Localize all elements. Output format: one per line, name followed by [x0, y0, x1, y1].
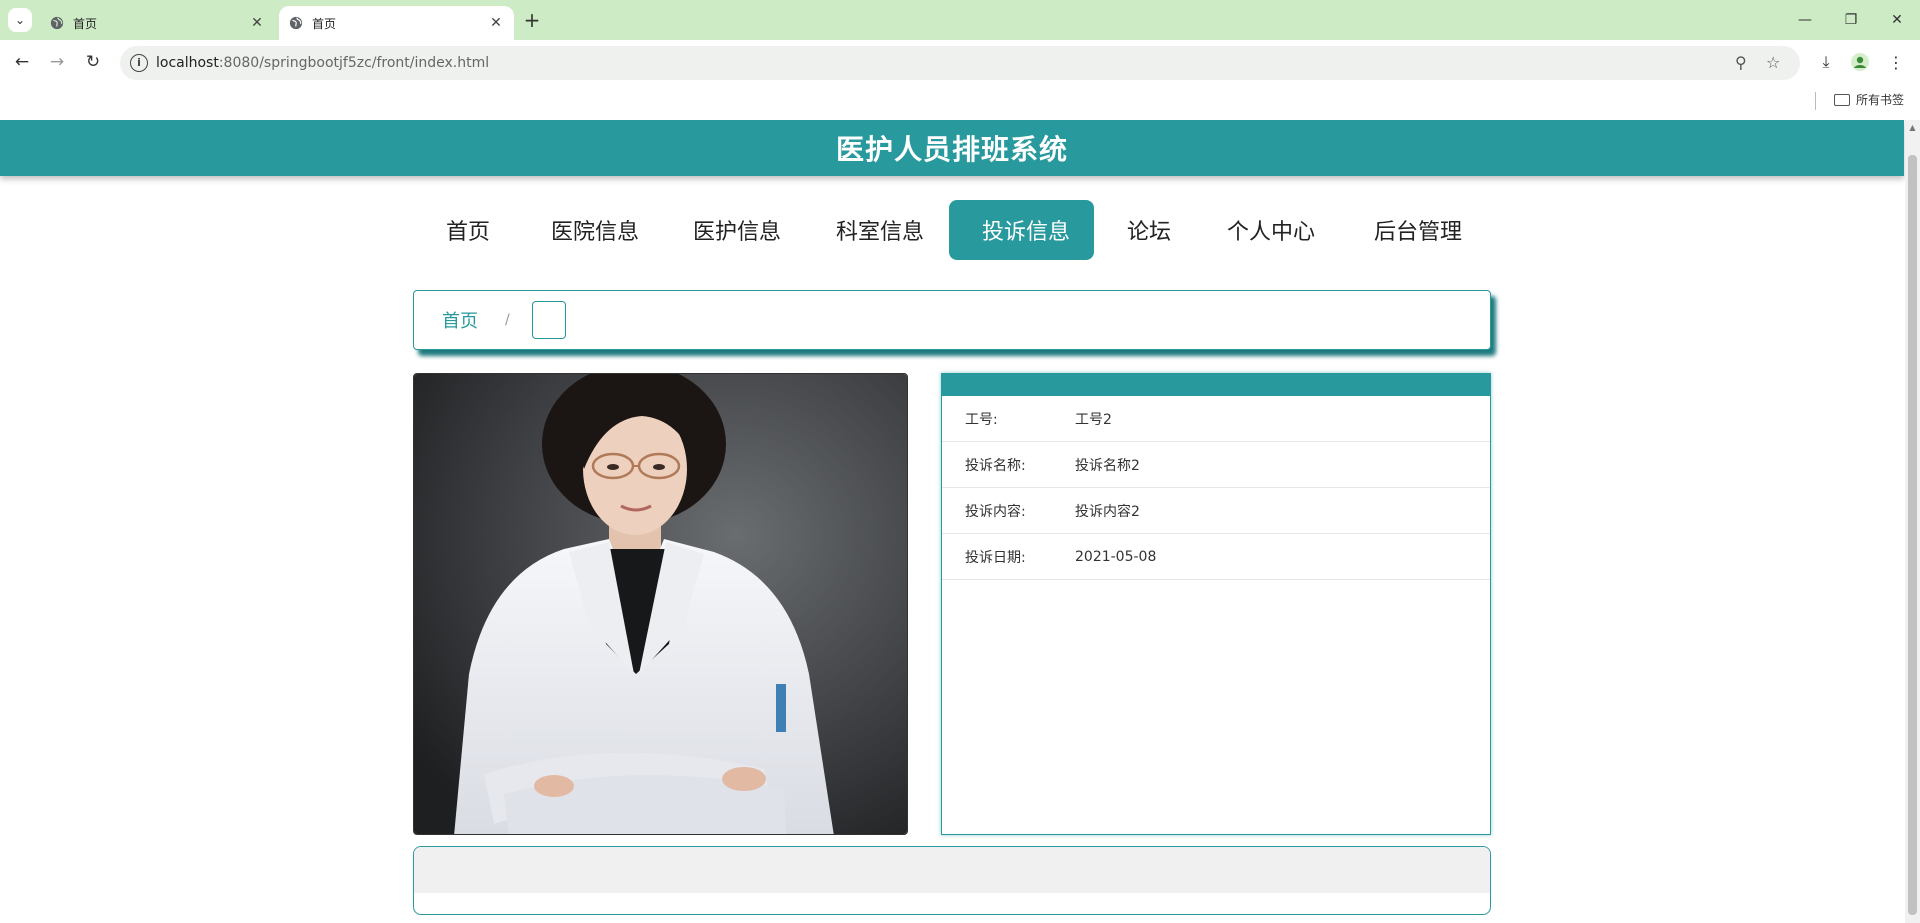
minimize-icon[interactable]: — [1782, 6, 1828, 34]
nav-label: 首页 [446, 220, 491, 245]
restore-icon[interactable]: ❐ [1828, 6, 1874, 34]
scroll-up-arrow-icon[interactable]: ▲ [1908, 123, 1917, 135]
download-icon[interactable]: ⤓ [1814, 50, 1838, 74]
reload-icon[interactable]: ↻ [81, 50, 105, 74]
site-info-icon[interactable]: i [130, 54, 148, 72]
nav-item-admin[interactable]: 后台管理 [1341, 200, 1495, 260]
nav-item-forum[interactable]: 论坛 [1094, 200, 1204, 260]
detail-value: 2021-05-08 [1075, 548, 1157, 565]
detail-value: 投诉名称2 [1075, 457, 1140, 474]
close-icon[interactable]: ✕ [249, 15, 265, 31]
bookmark-star-icon[interactable]: ☆ [1766, 53, 1780, 72]
browser-tab-1[interactable]: 首页 ✕ [40, 6, 275, 40]
nav-label: 投诉信息 [982, 220, 1071, 245]
site-header: 医护人员排班系统 [0, 120, 1904, 176]
page-scrollbar[interactable]: ▲ [1905, 120, 1920, 923]
globe-icon [50, 16, 64, 30]
detail-panel-header [942, 374, 1490, 396]
zoom-icon[interactable]: ⚲ [1735, 53, 1747, 72]
detail-label: 投诉内容: [965, 503, 1026, 520]
nav-item-medical-staff[interactable]: 医护信息 [660, 200, 814, 260]
more-menu-icon[interactable]: ⋮ [1884, 50, 1908, 74]
nav-item-hospital-info[interactable]: 医院信息 [518, 200, 672, 260]
globe-icon [289, 16, 303, 30]
nav-label: 个人中心 [1227, 220, 1316, 245]
all-bookmarks-label: 所有书签 [1856, 93, 1905, 107]
nav-label: 论坛 [1127, 220, 1172, 245]
nav-label: 后台管理 [1374, 220, 1463, 245]
breadcrumb: 首页 / [413, 290, 1491, 350]
page-viewport: 医护人员排班系统 首页 医院信息 医护信息 科室信息 投诉信息 论坛 个人中心 … [0, 120, 1920, 923]
browser-tab-2[interactable]: 首页 ✕ [279, 6, 514, 40]
detail-label: 投诉名称: [965, 457, 1026, 474]
nav-item-home[interactable]: 首页 [413, 200, 523, 260]
nav-item-personal-center[interactable]: 个人中心 [1194, 200, 1348, 260]
new-tab-plus-icon[interactable]: + [520, 8, 544, 32]
detail-value: 工号2 [1075, 411, 1112, 428]
doctor-portrait-image [414, 374, 907, 834]
detail-row-complaint-date: 投诉日期: 2021-05-08 [942, 534, 1490, 580]
detail-row-complaint-content: 投诉内容: 投诉内容2 [942, 488, 1490, 534]
nav-label: 医院信息 [551, 220, 640, 245]
nav-label: 医护信息 [693, 220, 782, 245]
doctor-photo [413, 373, 908, 835]
profile-avatar-icon[interactable] [1848, 50, 1872, 74]
forward-arrow-icon[interactable]: → [45, 50, 69, 74]
all-bookmarks-button[interactable]: 所有书签 [1834, 91, 1904, 108]
bottom-content-panel [413, 846, 1491, 915]
tab-title: 首页 [73, 16, 98, 31]
bottom-panel-header [414, 847, 1490, 893]
window-close-icon[interactable]: ✕ [1874, 6, 1920, 34]
tab-title: 首页 [312, 16, 337, 31]
url-host: localhost [156, 55, 219, 71]
nav-item-complaints[interactable]: 投诉信息 [949, 200, 1094, 260]
detail-value: 投诉内容2 [1075, 503, 1140, 520]
detail-row-complaint-name: 投诉名称: 投诉名称2 [942, 442, 1490, 488]
address-bar[interactable]: i localhost:8080/springbootjf5zc/front/i… [120, 46, 1800, 80]
folder-icon [1834, 93, 1850, 106]
browser-tab-bar: ⌄ 首页 ✕ 首页 ✕ + — ❐ ✕ [0, 0, 1920, 40]
url-path: :8080/springbootjf5zc/front/index.html [218, 55, 490, 71]
detail-label: 工号: [965, 411, 998, 428]
breadcrumb-current [531, 301, 566, 339]
breadcrumb-home-link[interactable]: 首页 [442, 307, 478, 333]
bookmarks-bar [0, 84, 1920, 120]
complaint-detail-panel: 工号: 工号2 投诉名称: 投诉名称2 投诉内容: 投诉内容2 投诉日期: 20… [941, 373, 1491, 835]
tab-search-chevron-icon[interactable]: ⌄ [8, 8, 32, 32]
close-icon[interactable]: ✕ [488, 15, 504, 31]
site-title: 医护人员排班系统 [835, 133, 1068, 166]
back-arrow-icon[interactable]: ← [10, 50, 34, 74]
nav-label: 科室信息 [836, 220, 925, 245]
nav-item-department-info[interactable]: 科室信息 [803, 200, 957, 260]
bookmarks-divider [1815, 92, 1816, 110]
detail-row-job-number: 工号: 工号2 [942, 396, 1490, 442]
detail-label: 投诉日期: [965, 549, 1026, 566]
breadcrumb-separator: / [505, 312, 510, 328]
scrollbar-thumb[interactable] [1908, 155, 1917, 915]
